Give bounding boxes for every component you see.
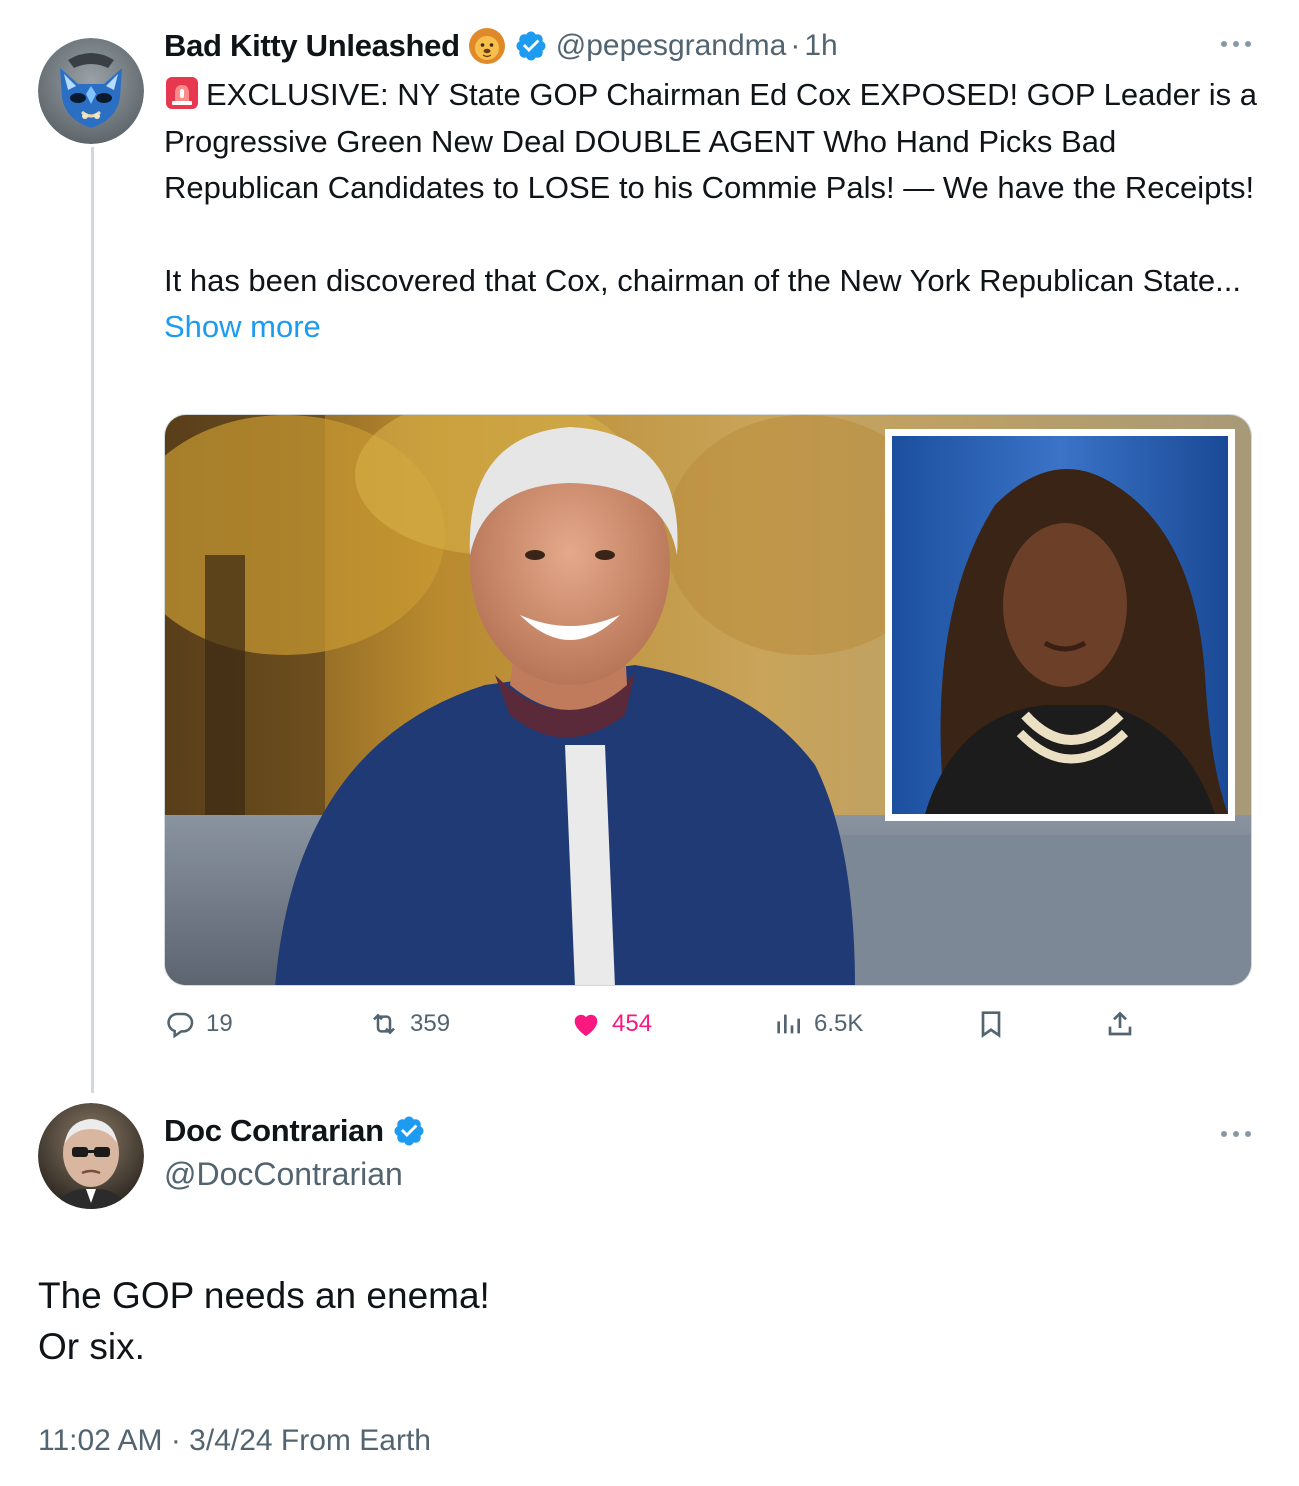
thread-connector-line: [91, 147, 94, 1093]
tweet-text-line: The GOP needs an enema!: [38, 1275, 490, 1316]
reply-icon: [167, 1012, 194, 1039]
more-options-icon[interactable]: [1216, 1128, 1256, 1140]
views-button[interactable]: 6.5K: [772, 1003, 863, 1045]
views-chart-icon: [777, 1014, 800, 1034]
tweet-text-paragraph-1: EXCLUSIVE: NY State GOP Chairman Ed Cox …: [164, 77, 1258, 205]
verified-badge-icon: [394, 1116, 424, 1146]
reply-count: 19: [206, 1010, 233, 1037]
share-button[interactable]: [1104, 1003, 1136, 1045]
display-name[interactable]: Doc Contrarian: [164, 1113, 384, 1149]
timestamp[interactable]: 1h: [804, 29, 837, 63]
avatar[interactable]: [38, 38, 144, 144]
tweet-body: The GOP needs an enema! Or six.: [38, 1270, 1238, 1372]
tweet-text-paragraph-2: It has been discovered that Cox, chairma…: [164, 262, 1242, 298]
share-icon: [1108, 1011, 1132, 1036]
handle[interactable]: @DocContrarian: [164, 1156, 403, 1193]
like-button[interactable]: 454: [570, 1003, 652, 1045]
tweet-media-image[interactable]: [164, 414, 1252, 986]
tweet-header: Doc Contrarian: [164, 1113, 426, 1149]
repost-button[interactable]: 359: [368, 1003, 450, 1045]
tweet-text-line: Or six.: [38, 1326, 145, 1367]
separator-dot: ·: [790, 29, 801, 62]
verified-badge-icon: [516, 31, 546, 61]
handle[interactable]: @pepesgrandma: [556, 29, 787, 63]
show-more-link[interactable]: Show more: [164, 309, 321, 344]
tweet-header: Bad Kitty Unleashed @pepesgrandma · 1h: [164, 22, 838, 70]
reply-button[interactable]: 19: [164, 1003, 233, 1045]
views-count: 6.5K: [814, 1010, 864, 1037]
like-count: 454: [612, 1010, 653, 1037]
repost-icon: [373, 1013, 395, 1035]
avatar[interactable]: [38, 1103, 144, 1209]
tweet-body: EXCLUSIVE: NY State GOP Chairman Ed Cox …: [164, 72, 1264, 351]
tweet-timestamp-footer[interactable]: 11:02 AM · 3/4/24 From Earth: [38, 1424, 431, 1458]
heart-filled-icon: [574, 1014, 598, 1036]
bookmark-icon: [981, 1011, 1001, 1038]
lion-face-icon: [468, 28, 505, 64]
more-options-icon[interactable]: [1216, 38, 1256, 50]
display-name[interactable]: Bad Kitty Unleashed: [164, 28, 460, 64]
repost-count: 359: [410, 1010, 451, 1037]
bookmark-button[interactable]: [975, 1003, 1007, 1045]
siren-icon: [166, 77, 198, 109]
